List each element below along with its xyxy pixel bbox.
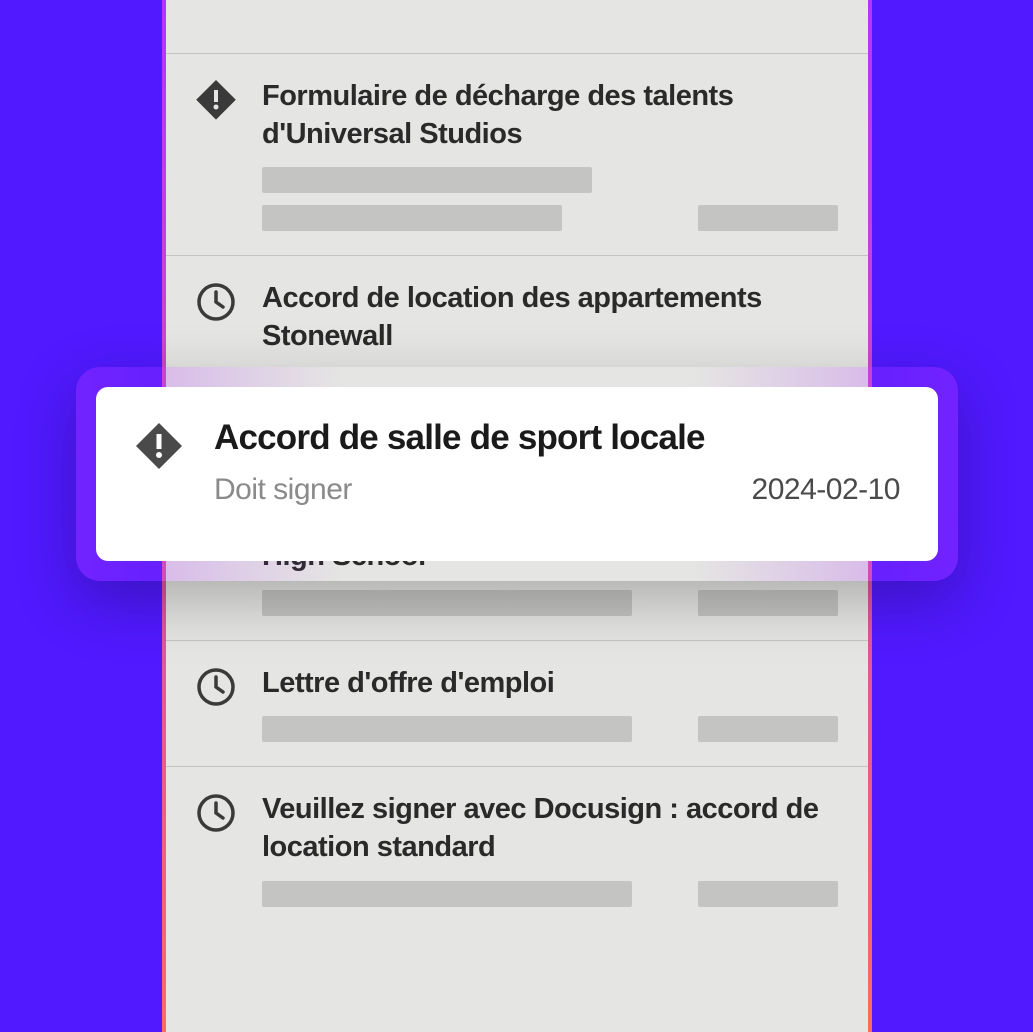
item-content: Veuillez signer avec Docusign : accord d… (262, 791, 838, 906)
alert-diamond-icon (196, 80, 236, 120)
item-title: Formulaire de décharge des talents d'Uni… (262, 78, 838, 153)
featured-date: 2024-02-10 (752, 473, 900, 507)
list-item[interactable]: Lettre d'offre d'emploi (166, 641, 868, 768)
skeleton-line (262, 716, 632, 742)
list-item[interactable] (166, 0, 868, 54)
list-item[interactable]: Formulaire de décharge des talents d'Uni… (166, 54, 868, 256)
item-icon-col (196, 791, 240, 906)
skeleton-line (262, 590, 632, 616)
item-icon-col (196, 0, 240, 23)
alert-diamond-icon (134, 421, 184, 471)
skeleton-row (262, 590, 838, 616)
skeleton-chip (698, 881, 838, 907)
skeleton-line (262, 167, 592, 193)
item-icon-col (196, 78, 240, 231)
featured-card-inner: Accord de salle de sport locale Doit sig… (96, 387, 938, 561)
featured-icon-col (134, 417, 186, 531)
clock-icon (196, 793, 236, 833)
item-content (262, 0, 838, 23)
item-title: Accord de location des appartements Ston… (262, 280, 838, 355)
featured-document-card[interactable]: Accord de salle de sport locale Doit sig… (76, 367, 958, 581)
featured-meta: Doit signer 2024-02-10 (214, 473, 900, 507)
skeleton-chip (698, 205, 838, 231)
featured-status: Doit signer (214, 473, 352, 507)
clock-icon (196, 667, 236, 707)
skeleton-line (262, 205, 562, 231)
item-title: Lettre d'offre d'emploi (262, 665, 838, 703)
item-content: Formulaire de décharge des talents d'Uni… (262, 78, 838, 231)
skeleton-row (262, 716, 838, 742)
skeleton-chip (698, 716, 838, 742)
item-content: Lettre d'offre d'emploi (262, 665, 838, 743)
skeleton-row (262, 881, 838, 907)
featured-content: Accord de salle de sport locale Doit sig… (214, 417, 900, 531)
skeleton-row (262, 205, 838, 231)
featured-title: Accord de salle de sport locale (214, 417, 900, 459)
skeleton-line (262, 881, 632, 907)
item-icon-col (196, 665, 240, 743)
item-title: Veuillez signer avec Docusign : accord d… (262, 791, 838, 866)
skeleton-chip (698, 590, 838, 616)
list-item[interactable]: Veuillez signer avec Docusign : accord d… (166, 767, 868, 930)
clock-icon (196, 282, 236, 322)
